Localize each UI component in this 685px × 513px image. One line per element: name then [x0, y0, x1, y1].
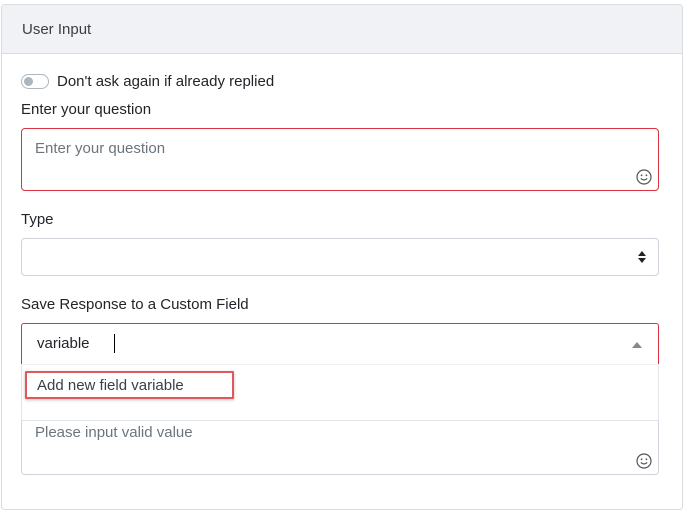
type-select[interactable] — [21, 238, 659, 276]
card-header: User Input — [2, 5, 682, 54]
type-label: Type — [21, 211, 54, 228]
toggle-knob — [24, 77, 33, 86]
question-placeholder: Enter your question — [35, 140, 166, 157]
triangle-up-icon[interactable] — [632, 342, 642, 348]
validation-input[interactable]: Please input valid value — [21, 421, 659, 475]
smiley-icon[interactable] — [636, 169, 652, 185]
text-caret — [114, 334, 115, 353]
dont-ask-again-row: Don't ask again if already replied — [21, 73, 274, 90]
question-input[interactable]: Enter your question — [21, 128, 659, 191]
validation-placeholder: Please input valid value — [35, 424, 193, 441]
custom-field-dropdown: Add new field variable — [21, 364, 659, 421]
add-new-field-option[interactable]: Add new field variable — [25, 371, 234, 399]
custom-field-combobox[interactable]: variable — [21, 323, 659, 364]
sort-arrows-icon — [638, 251, 646, 263]
custom-field-input[interactable]: variable — [37, 335, 90, 352]
question-label: Enter your question — [21, 101, 152, 118]
add-new-field-label: Add new field variable — [37, 376, 184, 394]
smiley-icon[interactable] — [636, 453, 652, 469]
card-title: User Input — [22, 20, 92, 38]
dont-ask-again-label: Don't ask again if already replied — [57, 73, 275, 90]
dont-ask-again-toggle[interactable] — [21, 74, 49, 89]
custom-field-label: Save Response to a Custom Field — [21, 296, 249, 313]
